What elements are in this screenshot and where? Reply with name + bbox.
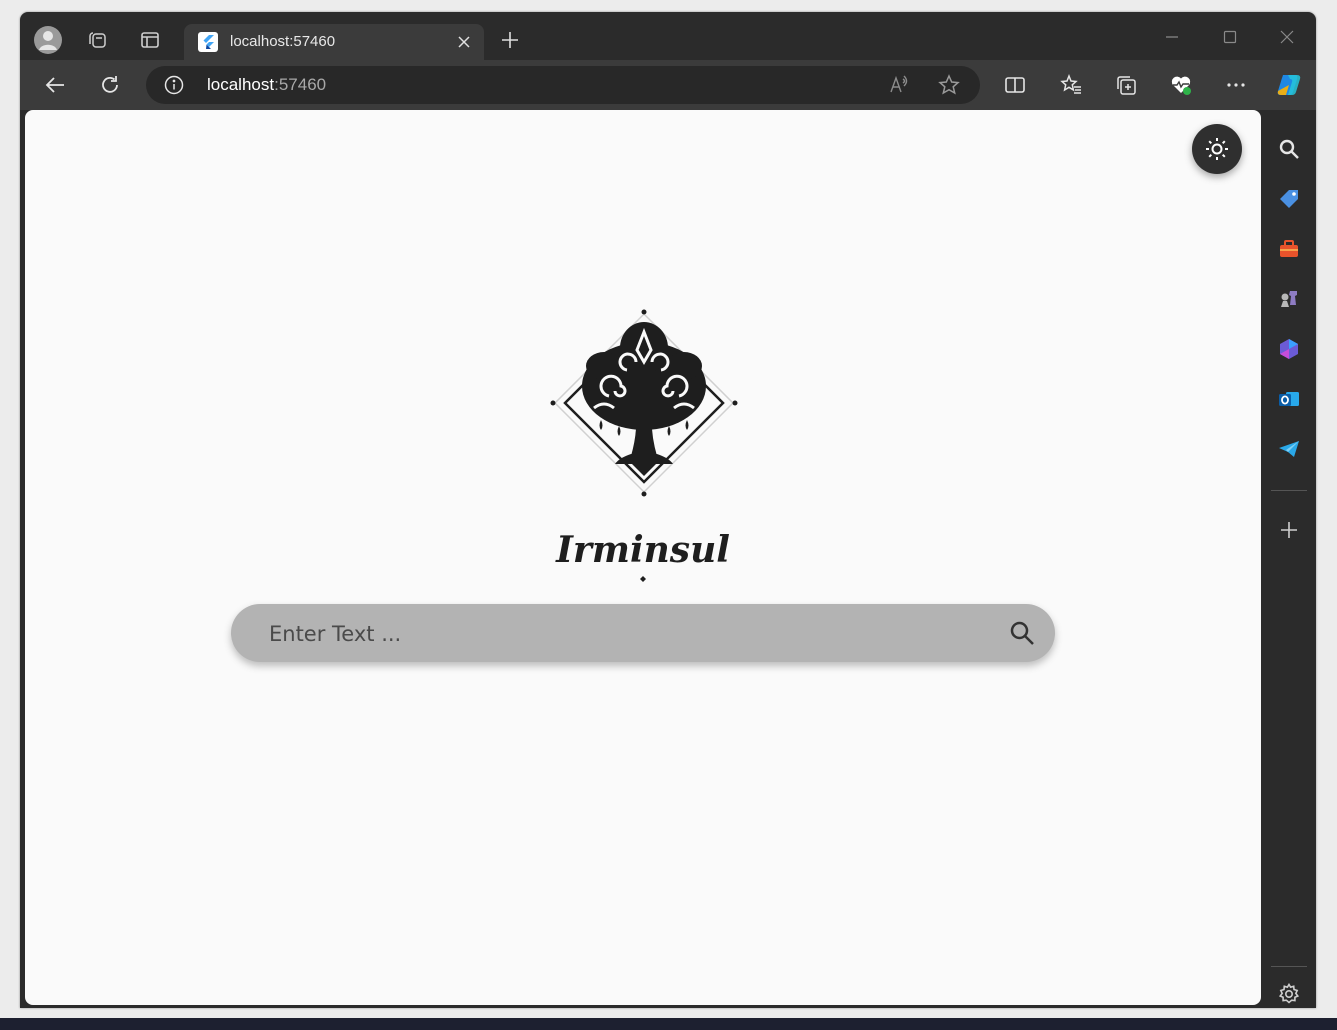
sidebar-games-button[interactable]: [1271, 281, 1307, 317]
web-content: Irminsul: [25, 110, 1261, 1005]
sidebar-outlook-button[interactable]: [1271, 381, 1307, 417]
favorite-star-button[interactable]: [934, 70, 964, 100]
toolbox-icon: [1280, 240, 1298, 257]
outlook-icon: [1279, 392, 1299, 406]
new-tab-button[interactable]: [492, 22, 528, 58]
active-tab[interactable]: localhost:57460: [184, 24, 484, 60]
sun-icon: [1206, 138, 1228, 160]
collections-button[interactable]: [1107, 66, 1145, 104]
read-aloud-button[interactable]: [884, 70, 914, 100]
minimize-button[interactable]: [1148, 22, 1196, 52]
split-screen-icon: [1005, 77, 1025, 93]
back-arrow-icon: [45, 77, 64, 93]
refresh-icon: [102, 76, 118, 93]
sidebar-drop-button[interactable]: [1271, 431, 1307, 467]
search-input[interactable]: [267, 616, 991, 652]
edge-sidebar: [1262, 110, 1316, 1008]
search-bar[interactable]: [231, 604, 1055, 662]
sidebar-search-button[interactable]: [1271, 131, 1307, 167]
workspaces-icon: [89, 32, 106, 48]
sidebar-divider: [1271, 490, 1307, 491]
search-icon[interactable]: [1009, 620, 1035, 646]
copilot-icon: [1277, 75, 1301, 95]
sidebar-m365-button[interactable]: [1271, 331, 1307, 367]
maximize-button[interactable]: [1206, 22, 1254, 52]
shopping-tag-icon: [1280, 190, 1298, 208]
wordmark-text: Irminsul: [555, 529, 730, 571]
flutter-favicon-icon: [198, 32, 218, 52]
heart-pulse-icon: [1171, 76, 1191, 95]
desktop-taskbar-edge: [0, 1018, 1337, 1030]
tab-actions-icon: [141, 32, 159, 48]
sidebar-shopping-button[interactable]: [1271, 181, 1307, 217]
telegram-icon: [1279, 441, 1299, 457]
browser-window: localhost:57460 localhost:57460 Irminsul…: [20, 12, 1316, 1008]
vertical-tabs-button[interactable]: [132, 22, 168, 58]
browser-essentials-button[interactable]: [1162, 66, 1200, 104]
browser-toolbar: localhost:57460: [20, 60, 1316, 110]
profile-icon: [34, 26, 62, 54]
more-menu-button[interactable]: [1217, 66, 1255, 104]
address-bar[interactable]: localhost:57460: [146, 66, 980, 104]
theme-toggle-button[interactable]: [1192, 124, 1242, 174]
minimize-icon: [1166, 36, 1178, 38]
url-text: localhost:57460: [207, 75, 326, 95]
irminsul-wordmark: Irminsul: [555, 529, 730, 582]
ellipsis-icon: [1227, 83, 1245, 87]
maximize-icon: [1223, 30, 1237, 44]
sidebar-settings-button[interactable]: [1271, 976, 1307, 1008]
profile-avatar[interactable]: [30, 22, 66, 58]
plus-icon: [502, 32, 518, 48]
url-port: :57460: [274, 75, 327, 94]
tree-logo-icon: [550, 309, 738, 497]
close-icon: [1280, 30, 1294, 44]
tab-strip: localhost:57460: [20, 12, 1316, 60]
plus-icon: [1281, 522, 1297, 538]
split-screen-button[interactable]: [996, 66, 1034, 104]
refresh-button[interactable]: [91, 66, 129, 104]
close-window-button[interactable]: [1263, 22, 1311, 52]
sidebar-tools-button[interactable]: [1271, 231, 1307, 267]
sidebar-divider: [1271, 966, 1307, 967]
favorites-icon: [1060, 74, 1081, 94]
microsoft-365-icon: [1280, 339, 1298, 359]
search-icon: [1279, 139, 1299, 159]
sidebar-add-button[interactable]: [1271, 512, 1307, 548]
read-aloud-icon: [890, 75, 908, 93]
url-host: localhost: [207, 75, 275, 94]
back-button[interactable]: [36, 66, 74, 104]
copilot-button[interactable]: [1270, 66, 1308, 104]
gear-icon: [1278, 983, 1300, 1004]
tab-title: localhost:57460: [230, 33, 336, 50]
favorites-button[interactable]: [1052, 66, 1090, 104]
workspaces-button[interactable]: [79, 22, 115, 58]
tab-close-button[interactable]: [452, 30, 476, 54]
star-icon: [938, 74, 960, 95]
chess-icon: [1281, 291, 1297, 307]
collections-icon: [1117, 76, 1136, 95]
info-icon[interactable]: [164, 75, 184, 95]
close-icon: [458, 36, 470, 48]
